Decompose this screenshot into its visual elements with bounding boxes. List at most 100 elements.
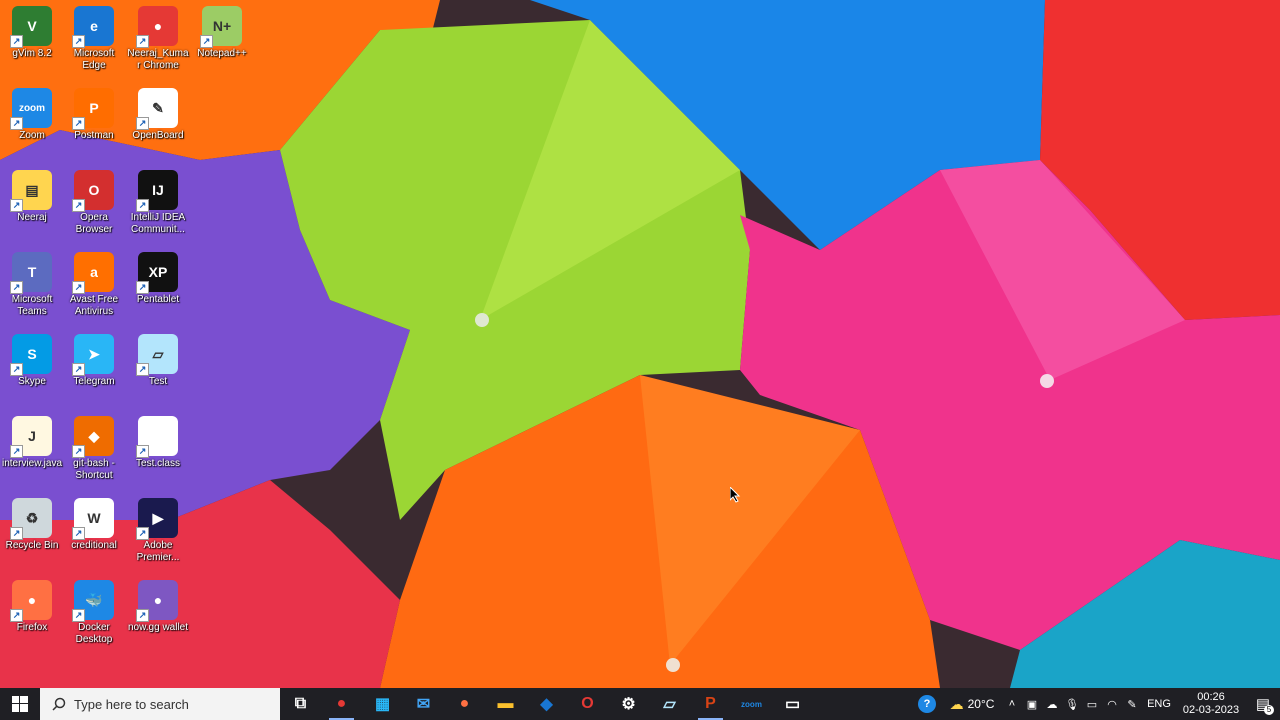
desktop-icon-label: Neeraj_Kumar Chrome [127,48,189,71]
desktop-icon-pentablet[interactable]: XP ↗ Pentablet [126,248,190,328]
desktop-icon-notepad[interactable]: N+ ↗ Notepad++ [190,2,254,82]
desktop-icon-git-bash-shortcut[interactable]: ◆ ↗ git-bash - Shortcut [62,412,126,492]
app-icon: ▱ ↗ [136,334,178,376]
desktop-icon-label: Docker Desktop [75,622,113,645]
taskbar-search-box[interactable]: Type here to search [40,688,280,720]
pen-icon[interactable]: ✎ [1122,688,1142,720]
mail-icon: ✉ [416,696,431,713]
desktop-icon-neeraj[interactable]: ▤ ↗ Neeraj [0,166,64,246]
taskbar-chrome-button[interactable]: ● [321,688,362,720]
desktop-icon-postman[interactable]: P ↗ Postman [62,84,126,164]
file-explorer-icon: ▬ [497,695,514,712]
app-icon: ♻ ↗ [10,498,52,540]
app-icon: a ↗ [72,252,114,294]
desktop-icon-interview-java[interactable]: J ↗ interview.java [0,412,64,492]
desktop-icon-microsoft-teams[interactable]: T ↗ Microsoft Teams [0,248,64,328]
app-icon: O ↗ [72,170,114,212]
shortcut-arrow-icon: ↗ [72,527,85,540]
battery-icon[interactable]: ▭ [1082,688,1102,720]
app-icon: S ↗ [10,334,52,376]
settings-icon: ⚙ [621,696,636,713]
taskbar-settings-button[interactable]: ⚙ [608,688,649,720]
app-icon: ✎ ↗ [136,88,178,130]
desktop[interactable]: V ↗ gVim 8.2 e ↗ Microsoft Edge ● ↗ Neeraj_Kumar… [0,0,1280,688]
taskbar-dropbox-button[interactable]: ◆ [526,688,567,720]
desktop-icon-adobe-premier[interactable]: ▶ ↗ Adobe Premier... [126,494,190,574]
desktop-icon-label: interview.java [1,458,63,469]
desktop-icon-microsoft-edge[interactable]: e ↗ Microsoft Edge [62,2,126,82]
shortcut-arrow-icon: ↗ [72,609,85,622]
clock[interactable]: 00:26 02-03-2023 [1176,691,1246,717]
shortcut-arrow-icon: ↗ [72,117,85,130]
app-icon: P ↗ [72,88,114,130]
taskbar-mail-button[interactable]: ✉ [403,688,444,720]
wifi-icon[interactable]: ◠ [1102,688,1122,720]
shortcut-arrow-icon: ↗ [136,199,149,212]
desktop-icon-creditional[interactable]: W ↗ creditional [62,494,126,574]
taskbar-terminal-button[interactable]: ▭ [772,688,813,720]
weather-cloud-icon: ☁ [949,695,964,712]
desktop-icon-label: creditional [71,540,117,551]
desktop-icon-docker-desktop[interactable]: 🐳 ↗ Docker Desktop [62,576,126,656]
desktop-icon-label: Skype [18,376,46,387]
desktop-icon-telegram[interactable]: ➤ ↗ Telegram [62,330,126,410]
taskbar-opera-button[interactable]: O [567,688,608,720]
start-button[interactable] [0,688,40,720]
weather-widget[interactable]: ☁ 20°C [942,688,1002,720]
desktop-icon-test-class[interactable]: ↗ Test.class [126,412,190,492]
shortcut-arrow-icon: ↗ [10,199,23,212]
shortcut-arrow-icon: ↗ [10,363,23,376]
language-indicator[interactable]: ENG [1142,688,1176,720]
desktop-icons: V ↗ gVim 8.2 e ↗ Microsoft Edge ● ↗ Neeraj_Kumar… [0,0,247,688]
shortcut-arrow-icon: ↗ [72,35,85,48]
mouse-cursor [729,485,742,508]
shortcut-arrow-icon: ↗ [72,445,85,458]
desktop-icon-label: Microsoft Teams [11,294,53,317]
microsoft-store-icon: ▦ [374,696,391,713]
taskbar-microsoft-store-button[interactable]: ▦ [362,688,403,720]
taskbar-task-view-button[interactable]: ⧉ [280,688,321,720]
shortcut-arrow-icon: ↗ [10,609,23,622]
taskbar-powerpoint-button[interactable]: P [690,688,731,720]
taskbar-firefox-button[interactable]: ● [444,688,485,720]
camera-icon[interactable]: ▣ [1022,688,1042,720]
desktop-icon-recycle-bin[interactable]: ♻ ↗ Recycle Bin [0,494,64,574]
taskbar-zoom-button[interactable]: zoom [731,688,772,720]
app-icon: ◆ ↗ [72,416,114,458]
desktop-icon-label: Firefox [16,622,48,633]
desktop-icon-firefox[interactable]: ● ↗ Firefox [0,576,64,656]
microphone-icon[interactable]: 🎙 [1062,688,1082,720]
desktop-icon-skype[interactable]: S ↗ Skype [0,330,64,410]
desktop-icon-test[interactable]: ▱ ↗ Test [126,330,190,410]
windows-icon [12,696,28,712]
app-icon: ● ↗ [10,580,52,622]
app-icon: IJ ↗ [136,170,178,212]
clock-time: 00:26 [1197,691,1225,703]
desktop-icon-opera-browser[interactable]: O ↗ Opera Browser [62,166,126,246]
desktop-icon-openboard[interactable]: ✎ ↗ OpenBoard [126,84,190,164]
app-icon: V ↗ [10,6,52,48]
desktop-icon-zoom[interactable]: zoom ↗ Zoom [0,84,64,164]
shortcut-arrow-icon: ↗ [136,527,149,540]
shortcut-arrow-icon: ↗ [10,281,23,294]
taskbar-notes-button[interactable]: ▱ [649,688,690,720]
desktop-icon-avast-free-antivirus[interactable]: a ↗ Avast Free Antivirus [62,248,126,328]
firefox-icon: ● [459,695,470,712]
shortcut-arrow-icon: ↗ [72,199,85,212]
desktop-icon-neeraj-kumar-chrome[interactable]: ● ↗ Neeraj_Kumar Chrome [126,2,190,82]
cloud-icon[interactable]: ☁ [1042,688,1062,720]
desktop-icon-now-gg-wallet[interactable]: ● ↗ now.gg wallet [126,576,190,656]
shortcut-arrow-icon: ↗ [72,281,85,294]
help-icon[interactable]: ? [912,688,942,720]
chrome-icon: ● [336,695,347,712]
desktop-icon-label: OpenBoard [132,130,184,141]
desktop-icon-gvim-8-2[interactable]: V ↗ gVim 8.2 [0,2,64,82]
desktop-icon-intellij-idea-communit[interactable]: IJ ↗ IntelliJ IDEA Communit... [126,166,190,246]
desktop-icon-label: Test [148,376,168,387]
taskbar-file-explorer-button[interactable]: ▬ [485,688,526,720]
powerpoint-icon: P [705,695,716,712]
desktop-icon-label: Recycle Bin [5,540,59,551]
notification-center-button[interactable]: ▤ 5 [1246,688,1280,720]
app-icon: W ↗ [72,498,114,540]
chevron-up-icon[interactable]: ˄ [1002,688,1022,720]
